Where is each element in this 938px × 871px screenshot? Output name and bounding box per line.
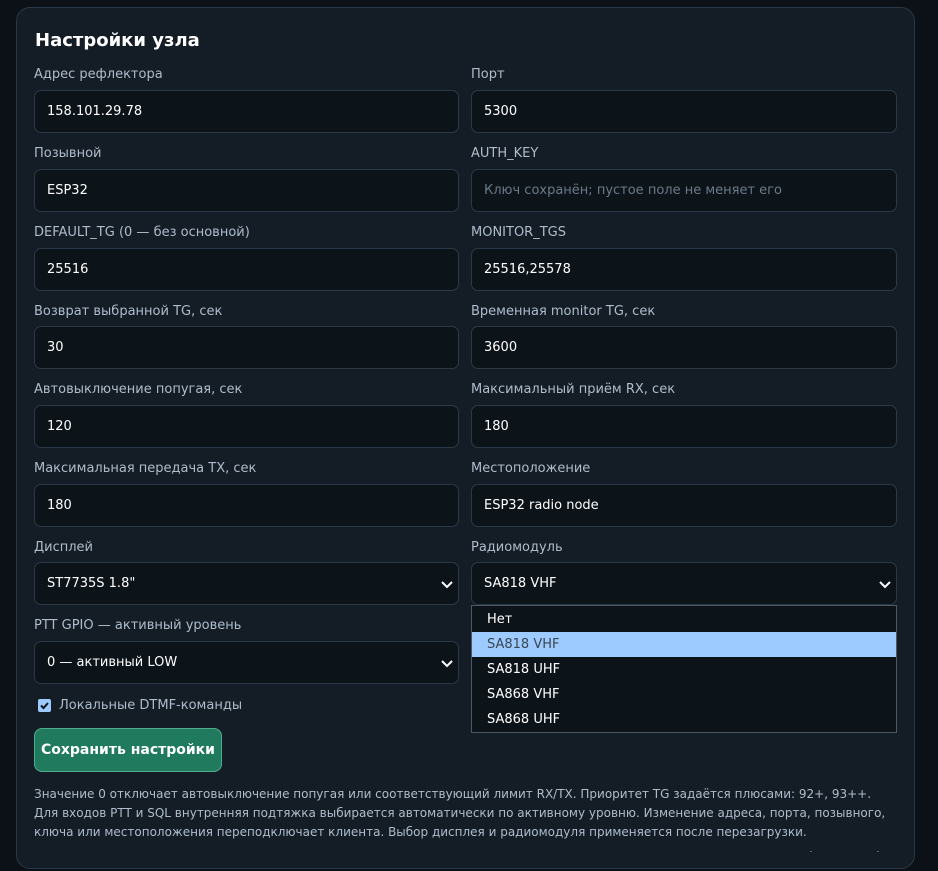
- ptt-gpio-label: PTT GPIO — активный уровень: [34, 618, 242, 633]
- temp-monitor-tg-input[interactable]: 3600: [471, 326, 897, 369]
- monitor-tgs-label: MONITOR_TGS: [471, 225, 566, 240]
- save-settings-button[interactable]: Сохранить настройки: [34, 728, 222, 772]
- callsign-input[interactable]: ESP32: [34, 169, 459, 212]
- chevron-down-icon: [879, 581, 891, 589]
- page-title: Настройки узла: [35, 30, 200, 51]
- tg-return-label: Возврат выбранной TG, сек: [34, 304, 223, 319]
- radio-module-select-value: SA818 VHF: [484, 576, 557, 591]
- local-dtmf-checkbox[interactable]: [38, 698, 51, 712]
- parrot-off-input[interactable]: 120: [34, 405, 459, 448]
- ptt-gpio-select-value: 0 — активный LOW: [47, 655, 178, 670]
- radio-module-label: Радиомодуль: [471, 540, 563, 555]
- callsign-label: Позывной: [34, 146, 102, 161]
- port-input[interactable]: 5300: [471, 90, 897, 133]
- radio-module-option[interactable]: SA868 UHF: [472, 707, 896, 732]
- max-rx-input[interactable]: 180: [471, 405, 897, 448]
- default-tg-label: DEFAULT_TG (0 — без основной): [34, 225, 250, 240]
- default-tg-input[interactable]: 25516: [34, 248, 459, 291]
- radio-module-option[interactable]: SA818 UHF: [472, 657, 896, 682]
- tg-return-input[interactable]: 30: [34, 326, 459, 369]
- max-tx-input[interactable]: 180: [34, 484, 459, 527]
- reflector-address-input[interactable]: 158.101.29.78: [34, 90, 459, 133]
- radio-module-option-highlighted[interactable]: SA818 VHF: [472, 632, 896, 657]
- auth-key-label: AUTH_KEY: [471, 146, 539, 161]
- radio-module-select[interactable]: SA818 VHF: [471, 562, 897, 605]
- ptt-gpio-select[interactable]: 0 — активный LOW: [34, 641, 459, 684]
- auth-key-input[interactable]: Ключ сохранён; пустое поле не меняет его: [471, 169, 897, 212]
- location-label: Местоположение: [471, 461, 591, 476]
- parrot-off-label: Автовыключение попугая, сек: [34, 382, 243, 397]
- local-dtmf-checkbox-row[interactable]: Локальные DTMF-команды: [38, 697, 242, 713]
- port-label: Порт: [471, 67, 505, 82]
- check-icon: [40, 701, 49, 709]
- display-select[interactable]: ST7735S 1.8": [34, 562, 459, 605]
- display-label: Дисплей: [34, 540, 94, 555]
- settings-note: Значение 0 отключает автовыключение попу…: [34, 787, 886, 839]
- radio-module-option[interactable]: SA868 VHF: [472, 682, 896, 707]
- location-input[interactable]: ESP32 radio node: [471, 484, 897, 527]
- reflector-address-label: Адрес рефлектора: [34, 67, 163, 82]
- chevron-down-icon: [441, 581, 453, 589]
- temp-monitor-tg-label: Временная monitor TG, сек: [471, 304, 656, 319]
- node-settings-card: Настройки узла Адрес рефлектора 158.101.…: [16, 7, 915, 869]
- radio-module-dropdown[interactable]: Нет SA818 VHF SA818 UHF SA868 VHF SA868 …: [471, 605, 897, 733]
- display-select-value: ST7735S 1.8": [47, 576, 136, 591]
- local-dtmf-label: Локальные DTMF-команды: [59, 697, 243, 713]
- radio-module-option[interactable]: Нет: [472, 607, 896, 632]
- max-tx-label: Максимальная передача TX, сек: [34, 461, 257, 476]
- divider-dot: [877, 851, 879, 852]
- chevron-down-icon: [441, 660, 453, 668]
- max-rx-label: Максимальный приём RX, сек: [471, 382, 676, 397]
- monitor-tgs-input[interactable]: 25516,25578: [471, 248, 897, 291]
- divider-dot: [810, 851, 812, 852]
